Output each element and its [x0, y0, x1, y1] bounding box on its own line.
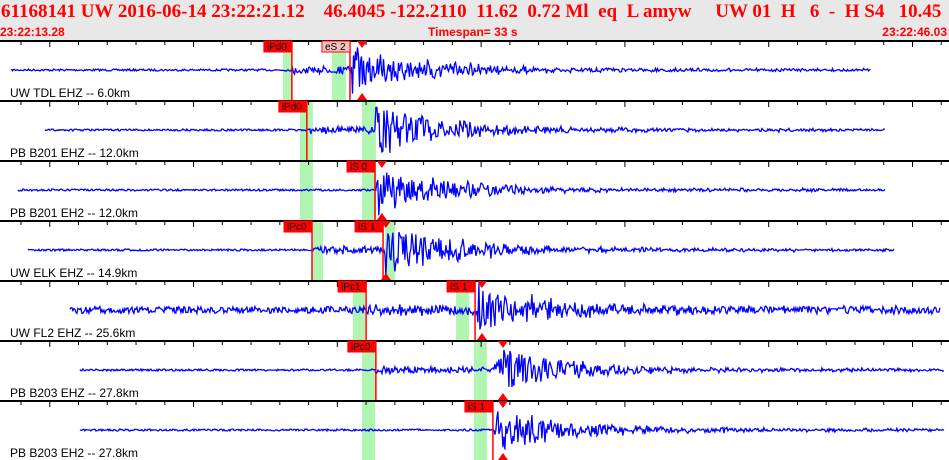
- marker-down-icon[interactable]: [497, 401, 508, 408]
- pick-label: eS 2: [325, 42, 346, 53]
- channel-label: PB B203 EHZ -- 27.8km: [10, 386, 139, 400]
- pick-label: iS 0: [350, 162, 368, 173]
- marker-up-icon[interactable]: [476, 333, 487, 340]
- waveform: [79, 349, 945, 388]
- end-time: 23:22:46.03: [882, 25, 947, 39]
- marker-up-icon[interactable]: [497, 453, 508, 460]
- s-pick-flag[interactable]: iS 1: [354, 220, 384, 233]
- channel-label: PB B201 EHZ -- 12.0km: [10, 146, 139, 160]
- trace-panel[interactable]: iS 1 PB B203 EH2 -- 27.8km: [0, 400, 949, 460]
- pick-label: iPd0: [267, 42, 287, 53]
- s-pick-flag[interactable]: iS 1: [446, 280, 476, 293]
- trace-panel[interactable]: iPc0 iS 1 UW ELK EHZ -- 14.9km: [0, 220, 949, 280]
- trace-plot: iPd0: [0, 100, 949, 160]
- event-summary: 61168141 UW 2016-06-14 23:22:21.12 46.40…: [1, 1, 949, 22]
- waveform: [27, 231, 895, 276]
- trace-panel[interactable]: iPc0 PB B203 EHZ -- 27.8km: [0, 340, 949, 400]
- waveform: [44, 106, 885, 154]
- pick-label: iPc0: [351, 342, 371, 353]
- p-pick-flag[interactable]: iPc0: [283, 220, 313, 233]
- p-pick-flag[interactable]: iPc0: [347, 340, 377, 353]
- pick-label: iS 1: [358, 222, 376, 233]
- trace-panel[interactable]: iS 0 PB B201 EH2 -- 12.0km: [0, 160, 949, 220]
- event-header: 61168141 UW 2016-06-14 23:22:21.12 46.40…: [0, 0, 949, 40]
- pick-window: [362, 100, 376, 160]
- s-pick-flag[interactable]: eS 2: [321, 40, 351, 53]
- p-pick-flag[interactable]: iPc1: [337, 280, 367, 293]
- trace-panel[interactable]: iPd0 PB B201 EHZ -- 12.0km: [0, 100, 949, 160]
- trace-plot: iS 1: [0, 400, 949, 460]
- trace-plot: iPd0 eS 2: [0, 40, 949, 100]
- waveform: [10, 47, 871, 94]
- marker-up-icon[interactable]: [357, 93, 368, 100]
- trace-plot: iPc1 iS 1: [0, 280, 949, 340]
- trace-plot: iPc0: [0, 340, 949, 400]
- pick-label: iS 1: [468, 402, 486, 413]
- channel-label: UW ELK EHZ -- 14.9km: [10, 266, 138, 280]
- pick-label: iPd0: [282, 102, 302, 113]
- trace-plot: iS 0: [0, 160, 949, 220]
- channel-label: UW TDL EHZ -- 6.0km: [10, 86, 131, 100]
- start-time: 23:22:13.28: [0, 25, 65, 39]
- trace-panel[interactable]: iPd0 eS 2 UW TDL EHZ -- 6.0km: [0, 40, 949, 100]
- marker-down-icon[interactable]: [357, 41, 368, 48]
- pick-label: iPc1: [341, 282, 361, 293]
- s-pick-flag[interactable]: iS 1: [464, 400, 494, 413]
- waveform: [17, 172, 886, 216]
- p-pick-flag[interactable]: iPd0: [278, 100, 308, 113]
- pick-label: iPc0: [287, 222, 307, 233]
- timespan: Timespan= 33 s: [428, 25, 518, 39]
- pick-label: iS 1: [450, 282, 468, 293]
- waveform: [79, 411, 945, 450]
- channel-label: PB B203 EH2 -- 27.8km: [10, 446, 139, 460]
- trace-plot: iPc0 iS 1: [0, 220, 949, 280]
- channel-label: UW FL2 EHZ -- 25.6km: [10, 326, 136, 340]
- waveform: [69, 283, 941, 330]
- channel-label: PB B201 EH2 -- 12.0km: [10, 206, 139, 220]
- marker-down-icon[interactable]: [376, 161, 387, 168]
- trace-panel[interactable]: iPc1 iS 1 UW FL2 EHZ -- 25.6km: [0, 280, 949, 340]
- marker-up-icon[interactable]: [497, 393, 508, 400]
- p-pick-flag[interactable]: iPd0: [263, 40, 293, 53]
- marker-down-icon[interactable]: [497, 341, 508, 348]
- s-pick-flag[interactable]: iS 0: [346, 160, 376, 173]
